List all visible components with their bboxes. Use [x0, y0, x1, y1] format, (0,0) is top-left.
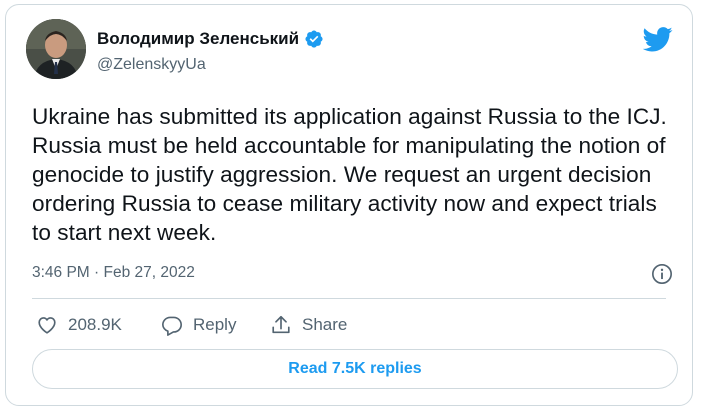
reply-label: Reply — [193, 315, 237, 334]
avatar-photo — [26, 19, 86, 79]
reply-button[interactable]: Reply — [161, 314, 236, 336]
author-name-row: Володимир Зеленський — [97, 29, 324, 49]
author-handle[interactable]: @ZelenskyyUa — [97, 56, 206, 74]
tweet-card: Володимир Зеленський @ZelenskyyUa Ukrain… — [5, 4, 693, 406]
tweet-text: Ukraine has submitted its application ag… — [32, 104, 667, 245]
share-icon — [272, 315, 290, 334]
twitter-bird-icon[interactable] — [643, 27, 673, 52]
share-button[interactable]: Share — [270, 314, 347, 336]
heart-icon — [38, 317, 56, 334]
like-button[interactable]: 208.9K — [36, 314, 122, 336]
like-count: 208.9K — [68, 315, 122, 334]
info-icon[interactable] — [651, 263, 673, 285]
avatar[interactable] — [26, 19, 86, 79]
reply-icon — [162, 316, 182, 336]
tweet-timestamp[interactable]: 3:46 PM · Feb 27, 2022 — [32, 264, 195, 282]
verified-badge-icon — [305, 30, 323, 48]
share-label: Share — [302, 315, 348, 334]
read-replies-button[interactable]: Read 7.5K replies — [32, 349, 678, 389]
divider — [32, 298, 666, 299]
author-name[interactable]: Володимир Зеленський — [97, 29, 299, 49]
